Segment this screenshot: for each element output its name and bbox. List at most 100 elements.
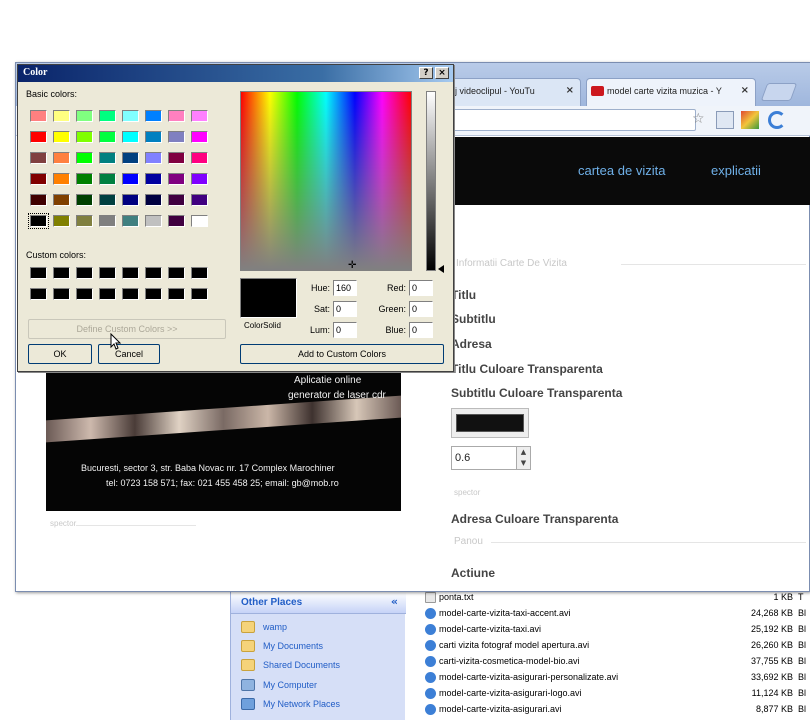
basic-color-swatch[interactable] — [76, 215, 93, 227]
basic-color-swatch[interactable] — [168, 131, 185, 143]
luminosity-arrow-icon[interactable] — [438, 265, 444, 273]
refresh-extension-icon[interactable] — [768, 111, 786, 129]
other-places-item-wamp[interactable]: wamp — [241, 620, 401, 638]
tab-youtube-1[interactable]: aj videoclipul - YouTu × — [441, 78, 581, 106]
tab-youtube-2[interactable]: model carte vizita muzica - Y × — [586, 78, 756, 106]
custom-color-swatch[interactable] — [53, 288, 70, 300]
custom-color-swatch[interactable] — [99, 267, 116, 279]
basic-color-swatch[interactable] — [53, 173, 70, 185]
file-row[interactable]: model-carte-vizita-taxi.avi 25,192 KB Bl — [425, 622, 810, 637]
opacity-spinner[interactable]: 0.6 ▲ ▼ — [451, 446, 531, 470]
nav-link-explicatii[interactable]: explicatii — [711, 163, 761, 178]
custom-color-swatch[interactable] — [191, 267, 208, 279]
other-places-header[interactable]: Other Places « — [231, 592, 406, 614]
basic-color-swatch[interactable] — [168, 110, 185, 122]
basic-color-swatch[interactable] — [99, 152, 116, 164]
color-spectrum[interactable] — [240, 91, 412, 271]
basic-color-swatch[interactable] — [99, 173, 116, 185]
basic-color-swatch[interactable] — [145, 110, 162, 122]
new-tab-button[interactable] — [760, 83, 798, 101]
basic-color-swatch[interactable] — [122, 131, 139, 143]
basic-color-swatch[interactable] — [122, 215, 139, 227]
basic-color-swatch[interactable] — [30, 152, 47, 164]
basic-color-swatch[interactable] — [76, 194, 93, 206]
file-row[interactable]: model-carte-vizita-asigurari.avi 8,877 K… — [425, 702, 810, 717]
basic-color-swatch[interactable] — [168, 152, 185, 164]
basic-color-swatch[interactable] — [191, 215, 208, 227]
basic-color-swatch[interactable] — [168, 215, 185, 227]
basic-color-swatch[interactable] — [99, 110, 116, 122]
red-input[interactable]: 0 — [409, 280, 433, 296]
basic-color-swatch[interactable] — [191, 110, 208, 122]
spinner-arrows-icon[interactable]: ▲ ▼ — [516, 447, 530, 469]
collapse-chevron-icon[interactable]: « — [391, 595, 398, 608]
custom-color-swatch[interactable] — [30, 267, 47, 279]
other-places-item-shared-documents[interactable]: Shared Documents — [241, 658, 401, 676]
basic-color-swatch[interactable] — [122, 194, 139, 206]
ok-button[interactable]: OK — [28, 344, 92, 364]
basic-color-swatch[interactable] — [191, 131, 208, 143]
nav-link-cartea-de-vizita[interactable]: cartea de vizita — [578, 163, 665, 178]
custom-color-swatch[interactable] — [191, 288, 208, 300]
basic-color-swatch[interactable] — [30, 131, 47, 143]
basic-color-swatch[interactable] — [53, 131, 70, 143]
tab-close-icon[interactable]: × — [566, 85, 574, 96]
define-custom-colors-button[interactable]: Define Custom Colors >> — [28, 319, 226, 339]
sat-input[interactable]: 0 — [333, 301, 357, 317]
luminosity-slider[interactable] — [426, 91, 436, 271]
basic-color-swatch[interactable] — [30, 194, 47, 206]
custom-color-swatch[interactable] — [168, 288, 185, 300]
basic-color-swatch[interactable] — [30, 110, 47, 122]
basic-color-swatch[interactable] — [53, 110, 70, 122]
file-row[interactable]: ponta.txt 1 KB T — [425, 590, 810, 605]
basic-color-swatch[interactable] — [76, 110, 93, 122]
file-row[interactable]: model-carte-vizita-asigurari-logo.avi 11… — [425, 686, 810, 701]
custom-color-swatch[interactable] — [30, 288, 47, 300]
basic-color-swatch[interactable] — [122, 152, 139, 164]
file-row[interactable]: model-carte-vizita-asigurari-personaliza… — [425, 670, 810, 685]
custom-color-swatch[interactable] — [76, 288, 93, 300]
custom-color-swatch[interactable] — [99, 288, 116, 300]
basic-color-swatch[interactable] — [76, 152, 93, 164]
custom-color-swatch[interactable] — [122, 267, 139, 279]
other-places-item-network[interactable]: My Network Places — [241, 697, 401, 715]
basic-color-swatch[interactable] — [28, 213, 49, 229]
blue-input[interactable]: 0 — [409, 322, 433, 338]
custom-color-swatch[interactable] — [76, 267, 93, 279]
custom-color-swatch[interactable] — [145, 288, 162, 300]
dialog-titlebar[interactable]: Color ? × — [18, 65, 453, 82]
basic-color-swatch[interactable] — [191, 194, 208, 206]
lum-input[interactable]: 0 — [333, 322, 357, 338]
other-places-item-my-documents[interactable]: My Documents — [241, 639, 401, 657]
custom-color-swatch[interactable] — [53, 267, 70, 279]
basic-color-swatch[interactable] — [76, 131, 93, 143]
basic-color-swatch[interactable] — [145, 131, 162, 143]
basic-color-swatch[interactable] — [53, 215, 70, 227]
extension-icon[interactable] — [741, 111, 759, 129]
basic-color-swatch[interactable] — [122, 110, 139, 122]
address-bar[interactable] — [446, 109, 696, 131]
file-row[interactable]: model-carte-vizita-taxi-accent.avi 24,26… — [425, 606, 810, 621]
star-bookmark-icon[interactable]: ☆ — [692, 111, 710, 129]
custom-color-swatch[interactable] — [168, 267, 185, 279]
other-places-item-my-computer[interactable]: My Computer — [241, 678, 401, 696]
basic-color-swatch[interactable] — [145, 215, 162, 227]
close-icon[interactable]: × — [435, 67, 449, 79]
tab-close-icon[interactable]: × — [741, 85, 749, 96]
basic-color-swatch[interactable] — [145, 173, 162, 185]
custom-color-swatch[interactable] — [145, 267, 162, 279]
hue-input[interactable]: 160 — [333, 280, 357, 296]
page-menu-icon[interactable] — [716, 111, 734, 129]
basic-color-swatch[interactable] — [191, 173, 208, 185]
add-to-custom-colors-button[interactable]: Add to Custom Colors — [240, 344, 444, 364]
basic-color-swatch[interactable] — [53, 152, 70, 164]
cancel-button[interactable]: Cancel — [98, 344, 160, 364]
basic-color-swatch[interactable] — [168, 194, 185, 206]
basic-color-swatch[interactable] — [53, 194, 70, 206]
basic-color-swatch[interactable] — [191, 152, 208, 164]
basic-color-swatch[interactable] — [99, 215, 116, 227]
basic-color-swatch[interactable] — [168, 173, 185, 185]
basic-color-swatch[interactable] — [145, 152, 162, 164]
basic-color-swatch[interactable] — [99, 194, 116, 206]
basic-color-swatch[interactable] — [145, 194, 162, 206]
